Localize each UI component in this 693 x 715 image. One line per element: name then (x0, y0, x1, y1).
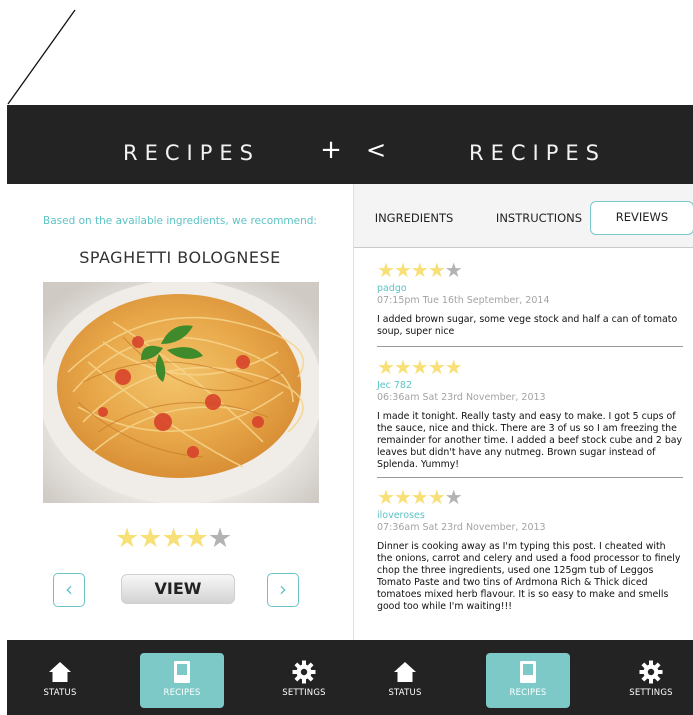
review-timestamp: 07:36am Sat 23rd November, 2013 (377, 522, 546, 533)
review-rating: ★★★★★ (377, 356, 683, 378)
nav-label: SETTINGS (629, 688, 673, 698)
nav-label: STATUS (43, 688, 77, 698)
star-filled-icon: ★ (410, 258, 429, 282)
gear-icon (292, 660, 316, 684)
plus-icon[interactable]: + (317, 136, 345, 164)
star-filled-icon: ★ (377, 355, 395, 379)
review-item: ★★★★★ Jec 782 06:36am Sat 23rd November,… (377, 347, 683, 478)
star-empty-icon: ★ (444, 485, 463, 509)
header-bar: RECIPES + < RECIPES (7, 105, 693, 184)
star-filled-icon: ★ (393, 258, 412, 282)
tab-reviews[interactable]: REVIEWS (590, 201, 693, 235)
chevron-right-icon[interactable]: › (267, 573, 299, 607)
nav-label: RECIPES (163, 688, 201, 698)
view-button[interactable]: VIEW (121, 574, 235, 604)
review-item: ★★★★★ padgo 07:15pm Tue 16th September, … (377, 259, 683, 347)
star-filled-icon: ★ (427, 485, 446, 509)
star-filled-icon: ★ (377, 258, 395, 282)
review-author[interactable]: iloveroses (377, 510, 683, 522)
review-rating: ★★★★★ (377, 486, 683, 508)
star-filled-icon: ★ (184, 523, 209, 554)
nav-status[interactable]: STATUS (18, 653, 102, 708)
star-filled-icon: ★ (427, 258, 446, 282)
nav-label: SETTINGS (282, 688, 326, 698)
star-filled-icon: ★ (410, 355, 429, 379)
recommendation-text: Based on the available ingredients, we r… (43, 215, 317, 227)
home-icon (394, 662, 416, 682)
nav-label: RECIPES (509, 688, 547, 698)
review-text: I made it tonight. Really tasty and easy… (377, 411, 683, 470)
review-author[interactable]: Jec 782 (377, 380, 683, 392)
review-item: ★★★★★ iloveroses 07:36am Sat 23rd Novemb… (377, 478, 683, 613)
review-timestamp: 07:15pm Tue 16th September, 2014 (377, 295, 550, 306)
review-author[interactable]: padgo (377, 283, 683, 295)
nav-status[interactable]: STATUS (363, 653, 447, 708)
star-filled-icon: ★ (427, 355, 446, 379)
tab-instructions[interactable]: INSTRUCTIONS (486, 201, 592, 235)
bottom-nav: STATUS RECIPES SETTINGS STATUS RECIPES S… (7, 640, 693, 715)
nav-settings[interactable]: SETTINGS (609, 653, 693, 708)
gear-icon (639, 660, 663, 684)
tab-ingredients[interactable]: INGREDIENTS (364, 201, 464, 235)
recipe-detail-panel: INGREDIENTS INSTRUCTIONS REVIEWS ★★★★★ p… (353, 184, 693, 640)
star-empty-icon: ★ (207, 523, 232, 554)
review-text: Dinner is cooking away as I'm typing thi… (377, 541, 681, 612)
nav-recipes[interactable]: RECIPES (486, 653, 570, 708)
review-list: ★★★★★ padgo 07:15pm Tue 16th September, … (377, 259, 683, 613)
star-filled-icon: ★ (161, 523, 185, 554)
star-filled-icon: ★ (393, 355, 412, 379)
book-icon (520, 661, 536, 683)
nav-label: STATUS (388, 688, 422, 698)
star-filled-icon: ★ (410, 485, 429, 509)
chevron-left-icon[interactable]: ‹ (53, 573, 85, 607)
star-empty-icon: ★ (444, 258, 463, 282)
star-filled-icon: ★ (138, 523, 162, 554)
recommendation-panel: Based on the available ingredients, we r… (7, 184, 353, 640)
star-filled-icon: ★ (115, 523, 139, 554)
nav-settings[interactable]: SETTINGS (262, 653, 346, 708)
back-chevron-icon[interactable]: < (362, 136, 390, 164)
review-text: I added brown sugar, some vege stock and… (377, 314, 678, 337)
dish-name: SPAGHETTI BOLOGNESE (79, 248, 281, 267)
spaghetti-photo (43, 282, 319, 503)
page-title-recipes: RECIPES (123, 141, 260, 165)
tab-bar: INGREDIENTS INSTRUCTIONS REVIEWS (354, 184, 693, 248)
review-timestamp: 06:36am Sat 23rd November, 2013 (377, 392, 546, 403)
star-filled-icon: ★ (393, 485, 412, 509)
star-filled-icon: ★ (444, 355, 463, 379)
page-title-recipes-detail: RECIPES (469, 141, 606, 165)
star-filled-icon: ★ (377, 485, 395, 509)
recipe-rating: ★★★★★ (115, 523, 232, 554)
home-icon (49, 662, 71, 682)
nav-recipes[interactable]: RECIPES (140, 653, 224, 708)
book-icon (174, 661, 190, 683)
review-rating: ★★★★★ (377, 259, 683, 281)
